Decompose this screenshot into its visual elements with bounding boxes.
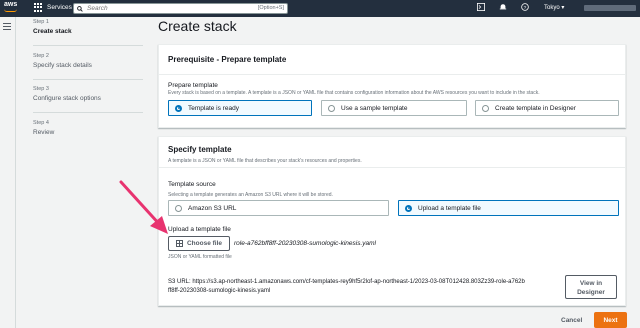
search-icon	[77, 5, 83, 12]
wizard-step-4: Step 4 Review	[33, 120, 54, 136]
services-grid-icon	[34, 3, 43, 12]
svg-text:?: ?	[524, 5, 527, 11]
step-label: Configure stack options	[33, 95, 101, 102]
wizard-step-2: Step 2 Specify stack details	[33, 53, 92, 69]
option-amazon-s3-url[interactable]: Amazon S3 URL	[168, 200, 389, 216]
radio-selected-icon	[175, 104, 182, 112]
cloudshell-icon[interactable]	[476, 3, 486, 13]
s3-url-text: S3 URL: https://s3.ap-northeast-1.amazon…	[168, 278, 558, 296]
step-number: Step 1	[33, 19, 49, 25]
sidebar-divider	[15, 17, 16, 328]
step-number: Step 4	[33, 120, 49, 126]
step-label: Create stack	[33, 28, 72, 35]
radio-unselected-icon	[175, 204, 182, 212]
help-icon[interactable]: ?	[520, 3, 530, 13]
prepare-template-description: Every stack is based on a template. A te…	[168, 90, 540, 96]
choose-file-label: Choose file	[186, 240, 223, 247]
option-label: Amazon S3 URL	[188, 204, 237, 212]
option-label: Upload a template file	[418, 204, 481, 212]
specify-template-description: A template is a JSON or YAML file that d…	[168, 158, 362, 164]
search-shortcut-hint: [Option+S]	[257, 5, 284, 11]
radio-unselected-icon	[482, 104, 489, 112]
step-number: Step 2	[33, 53, 49, 59]
specify-template-title: Specify template	[168, 145, 232, 154]
view-designer-label-2: Designer	[577, 289, 605, 296]
top-navigation-bar: aws Services [Option+S] ? Tokyo ▾	[0, 0, 640, 17]
cancel-button[interactable]: Cancel	[561, 317, 582, 324]
page-title: Create stack	[158, 18, 237, 34]
view-designer-label-1: View in	[579, 280, 603, 287]
selected-file-name: role-a762bff8ff-20230308-sumologic-kines…	[234, 240, 376, 247]
region-selector[interactable]: Tokyo ▾	[544, 4, 564, 11]
s3-url-line-1: S3 URL: https://s3.ap-northeast-1.amazon…	[168, 279, 525, 285]
option-label: Create template in Designer	[495, 104, 576, 112]
wizard-step-3: Step 3 Configure stack options	[33, 86, 101, 102]
account-menu[interactable]	[584, 5, 636, 11]
option-label: Use a sample template	[341, 104, 408, 112]
prerequisite-panel: Prerequisite - Prepare template Prepare …	[158, 44, 626, 128]
search-input[interactable]	[87, 4, 247, 13]
file-format-constraint: JSON or YAML formatted file	[168, 254, 232, 260]
choose-file-button[interactable]: Choose file	[168, 236, 230, 251]
view-in-designer-button[interactable]: View in Designer	[565, 275, 617, 299]
step-divider	[33, 45, 143, 46]
panel-divider	[159, 167, 625, 168]
notifications-bell-icon[interactable]	[498, 3, 508, 13]
global-search-box[interactable]: [Option+S]	[73, 3, 288, 14]
prepare-template-label: Prepare template	[168, 82, 218, 89]
aws-logo[interactable]: aws	[4, 1, 17, 8]
option-upload-template-file[interactable]: Upload a template file	[398, 200, 619, 216]
services-label: Services	[47, 4, 72, 11]
step-label: Review	[33, 129, 55, 136]
s3-url-line-2: ff8ff-20230308-sumologic-kinesis.yaml	[168, 288, 271, 294]
template-source-label: Template source	[168, 181, 216, 188]
step-label: Specify stack details	[33, 62, 92, 69]
services-menu-button[interactable]: Services	[34, 3, 72, 12]
radio-selected-icon	[405, 204, 412, 212]
option-use-sample-template[interactable]: Use a sample template	[321, 100, 467, 116]
radio-unselected-icon	[328, 104, 335, 112]
option-label: Template is ready	[188, 104, 239, 112]
step-divider	[33, 79, 143, 80]
upload-icon	[175, 240, 183, 247]
option-create-in-designer[interactable]: Create template in Designer	[475, 100, 619, 116]
wizard-step-1[interactable]: Step 1 Create stack	[33, 19, 72, 35]
prerequisite-panel-title: Prerequisite - Prepare template	[159, 45, 625, 75]
template-source-description: Selecting a template generates an Amazon…	[168, 192, 333, 198]
next-button[interactable]: Next	[594, 312, 627, 328]
aws-logo-smile	[4, 9, 17, 12]
menu-hamburger-icon[interactable]	[3, 23, 11, 30]
step-divider	[33, 112, 143, 113]
upload-file-label: Upload a template file	[168, 226, 231, 233]
option-template-is-ready[interactable]: Template is ready	[168, 100, 312, 116]
step-number: Step 3	[33, 86, 49, 92]
